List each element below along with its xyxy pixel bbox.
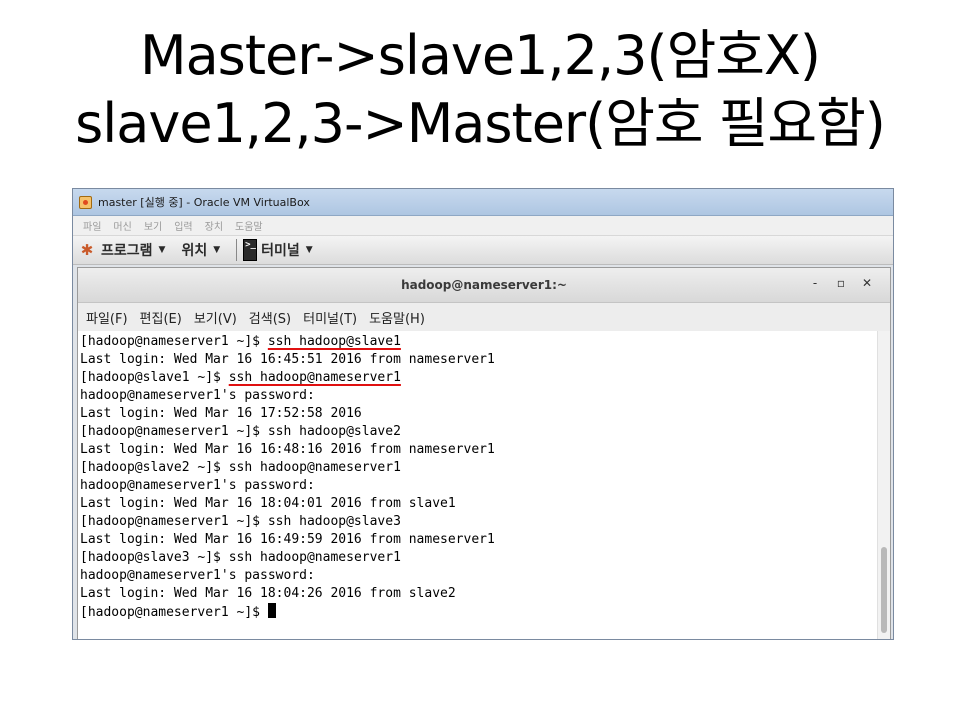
terminal-output[interactable]: [hadoop@nameserver1 ~]$ ssh hadoop@slave… <box>78 331 878 639</box>
panel-separator <box>236 239 238 261</box>
terminal-line: [hadoop@nameserver1 ~]$ <box>80 603 878 621</box>
shell-prompt: [hadoop@slave1 ~]$ <box>80 370 229 385</box>
chevron-down-icon: ▼ <box>213 245 221 255</box>
vbox-menu-input[interactable]: 입력 <box>174 218 192 233</box>
terminal-scrollbar[interactable] <box>877 331 890 639</box>
virtualbox-app-icon <box>79 195 92 209</box>
terminal-line: [hadoop@nameserver1 ~]$ ssh hadoop@slave… <box>80 513 878 531</box>
window-controls: - ▫ ✕ <box>802 276 880 290</box>
terminal-lines: [hadoop@nameserver1 ~]$ ssh hadoop@slave… <box>78 331 878 621</box>
output-text: Last login: Wed Mar 16 16:49:59 2016 fro… <box>80 532 495 547</box>
terminal-line: [hadoop@nameserver1 ~]$ ssh hadoop@slave… <box>80 423 878 441</box>
vbox-menu-machine[interactable]: 머신 <box>113 218 131 233</box>
term-menu-search[interactable]: 검색(S) <box>249 308 291 327</box>
term-menu-terminal[interactable]: 터미널(T) <box>303 308 357 327</box>
terminal-line: [hadoop@slave3 ~]$ ssh hadoop@nameserver… <box>80 549 878 567</box>
vbox-menu-help[interactable]: 도움말 <box>235 218 263 233</box>
output-text: hadoop@nameserver1's password: <box>80 568 315 583</box>
shell-command: ssh hadoop@nameserver1 <box>228 550 401 565</box>
terminal-line: hadoop@nameserver1's password: <box>80 477 878 495</box>
terminal-icon: >_ <box>243 239 258 261</box>
shell-prompt: [hadoop@nameserver1 ~]$ <box>80 424 268 439</box>
term-menu-view[interactable]: 보기(V) <box>194 308 237 327</box>
virtualbox-window-title: master [실행 중] - Oracle VM VirtualBox <box>98 196 310 209</box>
term-menu-edit[interactable]: 편집(E) <box>140 308 182 327</box>
minimize-icon[interactable]: - <box>802 276 828 290</box>
terminal-line: Last login: Wed Mar 16 16:49:59 2016 fro… <box>80 531 878 549</box>
terminal-line: Last login: Wed Mar 16 18:04:26 2016 fro… <box>80 585 878 603</box>
term-menu-file[interactable]: 파일(F) <box>86 308 128 327</box>
shell-prompt: [hadoop@nameserver1 ~]$ <box>80 334 268 349</box>
shell-command: ssh hadoop@slave1 <box>267 334 401 349</box>
chevron-down-icon: ▼ <box>305 245 313 255</box>
terminal-line: [hadoop@nameserver1 ~]$ ssh hadoop@slave… <box>80 333 878 351</box>
shell-command: ssh hadoop@slave3 <box>267 514 401 529</box>
terminal-line: Last login: Wed Mar 16 18:04:01 2016 fro… <box>80 495 878 513</box>
shell-prompt: [hadoop@nameserver1 ~]$ <box>80 605 268 620</box>
applications-menu[interactable]: ✱ 프로그램 ▼ <box>79 240 166 260</box>
terminal-line: [hadoop@slave1 ~]$ ssh hadoop@nameserver… <box>80 369 878 387</box>
slide-title: Master->slave1,2,3(암호X) slave1,2,3->Mast… <box>0 22 960 158</box>
vbox-menu-devices[interactable]: 장치 <box>205 218 223 233</box>
shell-prompt: [hadoop@nameserver1 ~]$ <box>80 514 268 529</box>
maximize-icon[interactable]: ▫ <box>828 276 854 290</box>
output-text: hadoop@nameserver1's password: <box>80 388 315 403</box>
terminal-line: [hadoop@slave2 ~]$ ssh hadoop@nameserver… <box>80 459 878 477</box>
terminal-launcher-label: 터미널 <box>261 243 300 259</box>
text-cursor <box>267 603 276 618</box>
term-menu-help[interactable]: 도움말(H) <box>369 308 425 327</box>
scrollbar-thumb[interactable] <box>881 547 887 633</box>
virtualbox-window: master [실행 중] - Oracle VM VirtualBox 파일 … <box>72 188 894 640</box>
slide-title-line-1: Master->slave1,2,3(암호X) <box>140 24 821 87</box>
terminal-line: hadoop@nameserver1's password: <box>80 387 878 405</box>
output-text: Last login: Wed Mar 16 18:04:26 2016 fro… <box>80 586 456 601</box>
vbox-menu-file[interactable]: 파일 <box>83 218 101 233</box>
terminal-window-title: hadoop@nameserver1:~ <box>401 278 567 292</box>
shell-command: ssh hadoop@slave2 <box>267 424 401 439</box>
close-icon[interactable]: ✕ <box>854 276 880 290</box>
output-text: Last login: Wed Mar 16 18:04:01 2016 fro… <box>80 496 456 511</box>
terminal-line: Last login: Wed Mar 16 17:52:58 2016 <box>80 405 878 423</box>
slide-title-line-2: slave1,2,3->Master(암호 필요함) <box>75 92 886 155</box>
terminal-titlebar[interactable]: hadoop@nameserver1:~ - ▫ ✕ <box>78 268 890 303</box>
shell-command: ssh hadoop@nameserver1 <box>228 460 401 475</box>
virtualbox-titlebar: master [실행 중] - Oracle VM VirtualBox <box>73 189 893 216</box>
guest-top-panel: ✱ 프로그램 ▼ 위치 ▼ >_ 터미널 ▼ <box>73 236 893 265</box>
applications-icon: ✱ <box>80 241 94 259</box>
output-text: Last login: Wed Mar 16 16:45:51 2016 fro… <box>80 352 495 367</box>
vbox-menu-view[interactable]: 보기 <box>144 218 162 233</box>
shell-prompt: [hadoop@slave3 ~]$ <box>80 550 229 565</box>
virtualbox-menubar: 파일 머신 보기 입력 장치 도움말 <box>73 216 893 236</box>
terminal-line: Last login: Wed Mar 16 16:48:16 2016 fro… <box>80 441 878 459</box>
terminal-launcher[interactable]: >_ 터미널 ▼ <box>243 239 313 261</box>
chevron-down-icon: ▼ <box>158 245 166 255</box>
output-text: Last login: Wed Mar 16 16:48:16 2016 fro… <box>80 442 495 457</box>
terminal-line: hadoop@nameserver1's password: <box>80 567 878 585</box>
shell-command: ssh hadoop@nameserver1 <box>228 370 401 385</box>
output-text: Last login: Wed Mar 16 17:52:58 2016 <box>80 406 362 421</box>
shell-prompt: [hadoop@slave2 ~]$ <box>80 460 229 475</box>
output-text: hadoop@nameserver1's password: <box>80 478 315 493</box>
terminal-line: Last login: Wed Mar 16 16:45:51 2016 fro… <box>80 351 878 369</box>
places-label: 위치 <box>181 243 208 259</box>
places-menu[interactable]: 위치 ▼ <box>181 240 220 260</box>
terminal-menubar: 파일(F) 편집(E) 보기(V) 검색(S) 터미널(T) 도움말(H) <box>78 303 890 332</box>
applications-label: 프로그램 <box>101 243 153 259</box>
terminal-window: hadoop@nameserver1:~ - ▫ ✕ 파일(F) 편집(E) 보… <box>77 267 891 639</box>
